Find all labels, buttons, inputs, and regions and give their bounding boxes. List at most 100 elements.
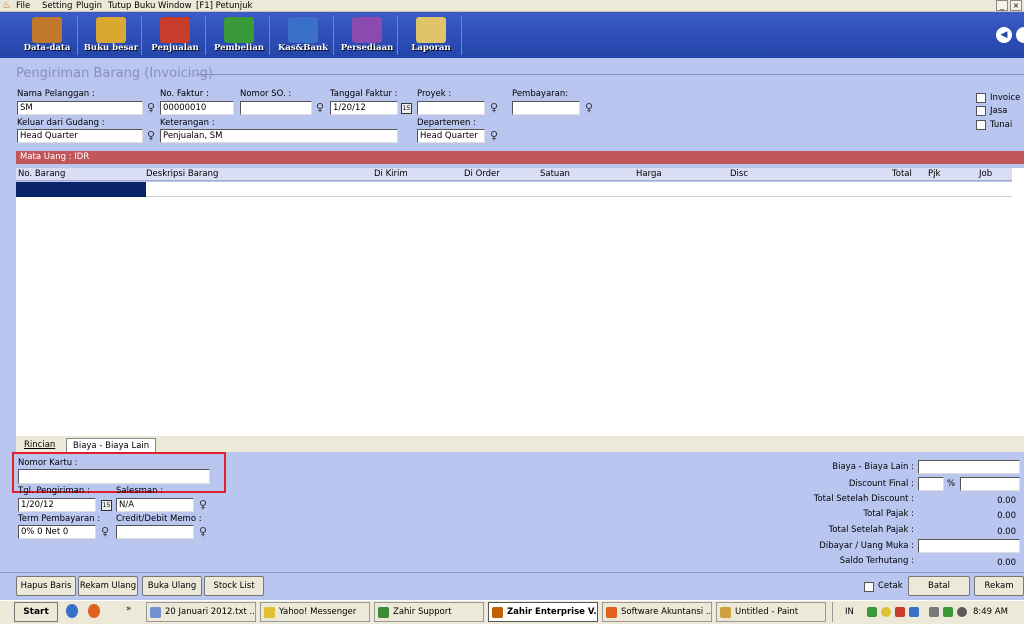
departemen-picker-icon[interactable]: ♀ bbox=[490, 129, 498, 143]
clock[interactable]: 8:49 AM bbox=[973, 602, 1008, 622]
calendar-icon[interactable]: 15 bbox=[401, 103, 412, 114]
departemen-input[interactable]: Head Quarter bbox=[417, 129, 485, 143]
keluar-gudang-input[interactable]: Head Quarter bbox=[17, 129, 143, 143]
invoice-checkbox[interactable] bbox=[976, 93, 986, 103]
toolbar-label: Pembelian bbox=[213, 43, 265, 53]
task-label: 20 Januari 2012.txt ... bbox=[165, 607, 256, 617]
toolbar-data-data-button[interactable]: Data-data bbox=[16, 15, 78, 55]
gudang-picker-icon[interactable]: ♀ bbox=[147, 129, 155, 143]
menu-plugin[interactable]: Plugin bbox=[76, 0, 102, 12]
term-picker-icon[interactable]: ♀ bbox=[101, 525, 109, 539]
start-button[interactable]: Start bbox=[14, 602, 58, 622]
hapus-baris-button[interactable]: Hapus Baris bbox=[16, 576, 76, 596]
buka-ulang-button[interactable]: Buka Ulang bbox=[142, 576, 202, 596]
col-di-kirim[interactable]: Di Kirim bbox=[374, 168, 408, 181]
salesman-picker-icon[interactable]: ♀ bbox=[199, 498, 207, 512]
col-satuan[interactable]: Satuan bbox=[540, 168, 570, 181]
setelah-discount-value: 0.00 bbox=[997, 496, 1016, 506]
system-tray: IN 8:49 AM bbox=[832, 602, 1024, 622]
dibayar-input[interactable] bbox=[918, 539, 1020, 553]
cetak-checkbox[interactable] bbox=[864, 582, 874, 592]
keterangan-input[interactable]: Penjualan, SM bbox=[160, 129, 398, 143]
col-di-order[interactable]: Di Order bbox=[464, 168, 500, 181]
term-pembayaran-input[interactable]: 0% 0 Net 0 bbox=[18, 525, 96, 539]
tunai-checkbox[interactable] bbox=[976, 120, 986, 130]
col-harga[interactable]: Harga bbox=[636, 168, 662, 181]
menu-setting[interactable]: Setting bbox=[42, 0, 72, 12]
toolbar-label: Penjualan bbox=[151, 43, 199, 53]
grid-scrollbar[interactable] bbox=[1012, 168, 1024, 436]
restore-button[interactable]: × bbox=[1010, 0, 1022, 11]
toolbar-penjualan-button[interactable]: Penjualan bbox=[144, 15, 206, 55]
task-yahoo-messenger[interactable]: Yahoo! Messenger bbox=[260, 602, 370, 622]
memo-picker-icon[interactable]: ♀ bbox=[199, 525, 207, 539]
toolbar-kas-bank-button[interactable]: Kas&Bank bbox=[272, 15, 334, 55]
task-text-file[interactable]: 20 Januari 2012.txt ... bbox=[146, 602, 256, 622]
customer-picker-icon[interactable]: ♀ bbox=[147, 101, 155, 115]
task-zahir-enterprise[interactable]: Zahir Enterprise V... bbox=[488, 602, 598, 622]
no-faktur-input[interactable]: 00000010 bbox=[160, 101, 234, 115]
batal-button[interactable]: Batal bbox=[908, 576, 970, 596]
menu-window[interactable]: Window bbox=[158, 0, 192, 12]
language-indicator[interactable]: IN bbox=[845, 602, 854, 622]
nomor-so-input[interactable] bbox=[240, 101, 312, 115]
tray-icon[interactable] bbox=[909, 607, 919, 617]
tanggal-faktur-input[interactable]: 1/20/12 bbox=[330, 101, 398, 115]
toolbar-laporan-button[interactable]: Laporan bbox=[400, 15, 462, 55]
nav-back-icon[interactable]: ◀ bbox=[996, 27, 1012, 43]
support-icon bbox=[378, 607, 389, 618]
task-software-akuntansi[interactable]: Software Akuntansi ... bbox=[602, 602, 712, 622]
tanggal-faktur-label: Tanggal Faktur : bbox=[330, 89, 398, 99]
task-label: Yahoo! Messenger bbox=[279, 607, 357, 617]
credit-memo-input[interactable] bbox=[116, 525, 194, 539]
ie-quicklaunch-icon[interactable] bbox=[66, 604, 78, 618]
pembayaran-picker-icon[interactable]: ♀ bbox=[585, 101, 593, 115]
tab-rincian[interactable]: Rincian bbox=[18, 438, 61, 452]
salesman-input[interactable]: N/A bbox=[116, 498, 194, 512]
toolbar-pembelian-button[interactable]: Pembelian bbox=[208, 15, 270, 55]
so-picker-icon[interactable]: ♀ bbox=[316, 101, 324, 115]
discount-percent-input[interactable] bbox=[918, 477, 944, 491]
tray-icon[interactable] bbox=[867, 607, 877, 617]
item-grid[interactable] bbox=[16, 182, 1012, 436]
col-total[interactable]: Total bbox=[892, 168, 912, 181]
task-paint[interactable]: Untitled - Paint bbox=[716, 602, 826, 622]
discount-amount-input[interactable] bbox=[960, 477, 1020, 491]
tray-icon[interactable] bbox=[943, 607, 953, 617]
col-disc[interactable]: Disc bbox=[730, 168, 748, 181]
jasa-checkbox[interactable] bbox=[976, 106, 986, 116]
rekam-button[interactable]: Rekam bbox=[974, 576, 1024, 596]
tray-icon[interactable] bbox=[881, 607, 891, 617]
biaya-lain-input[interactable] bbox=[918, 460, 1020, 474]
col-no-barang[interactable]: No. Barang bbox=[18, 168, 65, 181]
zahir-icon bbox=[492, 607, 503, 618]
sales-cart-icon bbox=[160, 17, 190, 43]
rekam-ulang-button[interactable]: Rekam Ulang bbox=[78, 576, 138, 596]
task-zahir-support[interactable]: Zahir Support bbox=[374, 602, 484, 622]
firefox-quicklaunch-icon[interactable] bbox=[88, 604, 100, 618]
stock-list-button[interactable]: Stock List bbox=[204, 576, 264, 596]
calendar-icon[interactable]: 15 bbox=[101, 500, 112, 511]
menu-file[interactable]: File bbox=[16, 0, 30, 12]
quicklaunch-chevron[interactable]: » bbox=[126, 604, 131, 614]
departemen-label: Departemen : bbox=[417, 118, 476, 128]
saldo-label: Saldo Terhutang : bbox=[839, 556, 914, 566]
proyek-picker-icon[interactable]: ♀ bbox=[490, 101, 498, 115]
tab-biaya-lain[interactable]: Biaya - Biaya Lain bbox=[66, 438, 157, 452]
col-deskripsi[interactable]: Deskripsi Barang bbox=[146, 168, 218, 181]
toolbar-buku-besar-button[interactable]: Buku besar bbox=[80, 15, 142, 55]
toolbar-persediaan-button[interactable]: Persediaan bbox=[336, 15, 398, 55]
menu-help[interactable]: [F1] Petunjuk bbox=[196, 0, 252, 12]
col-pjk[interactable]: Pjk bbox=[928, 168, 940, 181]
network-icon[interactable] bbox=[929, 607, 939, 617]
pembayaran-input[interactable] bbox=[512, 101, 580, 115]
menu-tutup-buku[interactable]: Tutup Buku bbox=[108, 0, 155, 12]
volume-icon[interactable] bbox=[957, 607, 967, 617]
tray-icon[interactable] bbox=[895, 607, 905, 617]
tgl-pengiriman-input[interactable]: 1/20/12 bbox=[18, 498, 96, 512]
selected-cell[interactable] bbox=[16, 182, 146, 197]
col-job[interactable]: Job bbox=[979, 168, 992, 181]
proyek-input[interactable] bbox=[417, 101, 485, 115]
minimize-button[interactable]: _ bbox=[996, 0, 1008, 11]
nama-pelanggan-input[interactable]: SM bbox=[17, 101, 143, 115]
